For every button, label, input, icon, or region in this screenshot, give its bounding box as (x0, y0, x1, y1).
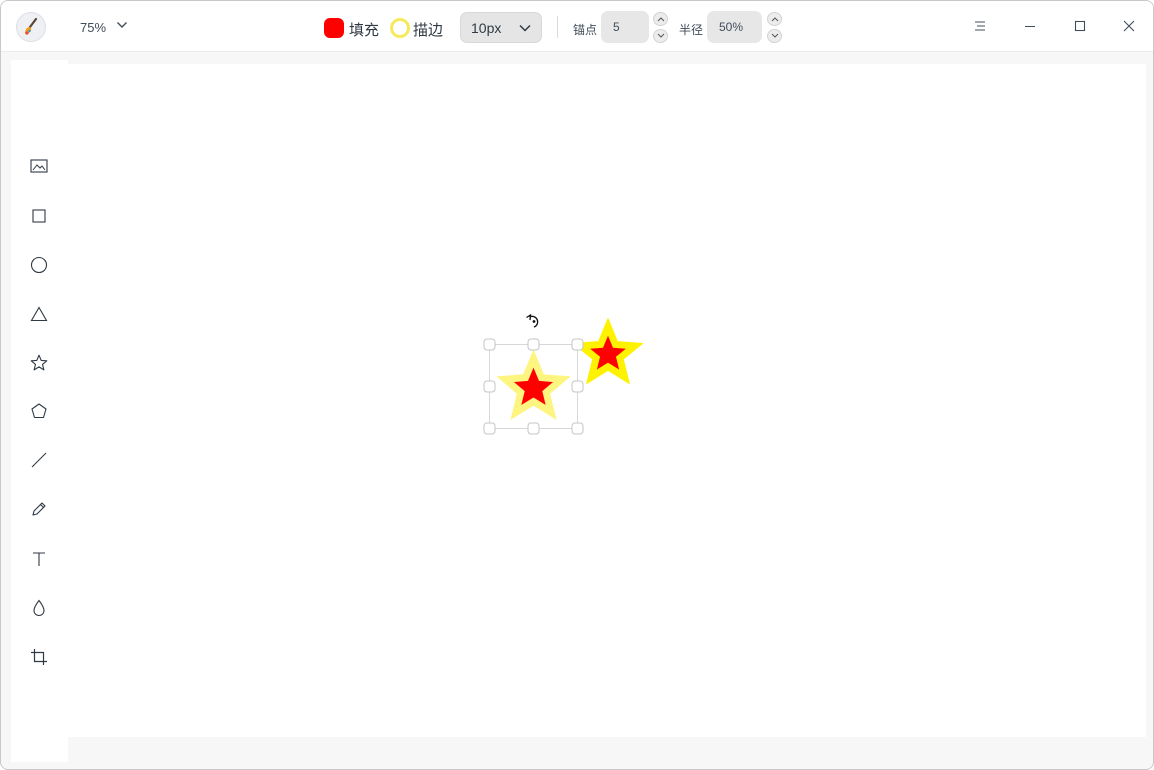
chevron-down-icon (657, 33, 664, 38)
anchor-label: 锚点 (573, 23, 598, 37)
radius-value: 50% (719, 20, 744, 34)
rectangle-tool-icon[interactable] (30, 207, 48, 225)
star-shape-2[interactable] (572, 317, 644, 385)
brush-palette-icon[interactable] (16, 12, 46, 42)
tools-sidebar (11, 60, 68, 762)
app-window: 75% 填充 描边 10px 锚点 5 半径 50% (0, 0, 1154, 770)
polygon-tool-icon[interactable] (30, 402, 48, 420)
radius-decrement-button[interactable] (767, 29, 782, 43)
radius-label: 半径 (679, 23, 704, 37)
radius-input[interactable]: 50% (707, 11, 762, 43)
title-bar: 75% 填充 描边 10px 锚点 5 半径 50% (1, 1, 1153, 52)
star-tool-icon[interactable] (30, 354, 48, 372)
rotate-handle-icon[interactable] (526, 313, 539, 328)
crop-tool-icon[interactable] (30, 648, 48, 666)
radius-increment-button[interactable] (767, 12, 782, 26)
toolbar-divider (557, 16, 558, 38)
pen-tool-icon[interactable] (30, 500, 48, 518)
anchor-value: 5 (613, 20, 620, 34)
stroke-color-swatch[interactable] (390, 18, 410, 38)
chevron-up-icon (657, 17, 664, 22)
chevron-down-icon (519, 24, 531, 32)
canvas-stage (483, 313, 644, 435)
fill-label[interactable]: 填充 (349, 19, 379, 40)
menu-icon[interactable] (972, 18, 988, 34)
anchor-input[interactable]: 5 (601, 11, 649, 43)
chevron-down-icon[interactable] (115, 18, 129, 32)
drawing-canvas[interactable] (68, 64, 1146, 737)
line-tool-icon[interactable] (30, 451, 48, 469)
anchor-increment-button[interactable] (653, 12, 668, 26)
maximize-icon[interactable] (1072, 18, 1088, 34)
stroke-width-value: 10px (471, 20, 502, 36)
close-icon[interactable] (1121, 18, 1137, 34)
stroke-label[interactable]: 描边 (413, 19, 443, 40)
ellipse-tool-icon[interactable] (30, 256, 48, 274)
chevron-up-icon (771, 17, 778, 22)
fill-color-swatch[interactable] (324, 18, 344, 38)
image-tool-icon[interactable] (30, 157, 48, 175)
blur-tool-icon[interactable] (30, 599, 48, 617)
minimize-icon[interactable] (1022, 18, 1038, 34)
zoom-level[interactable]: 75% (80, 20, 106, 35)
chevron-down-icon (771, 33, 778, 38)
text-tool-icon[interactable] (30, 550, 48, 568)
triangle-tool-icon[interactable] (30, 305, 48, 323)
anchor-decrement-button[interactable] (653, 29, 668, 43)
star-shape-1[interactable] (496, 349, 571, 420)
stroke-width-select[interactable]: 10px (460, 12, 542, 43)
